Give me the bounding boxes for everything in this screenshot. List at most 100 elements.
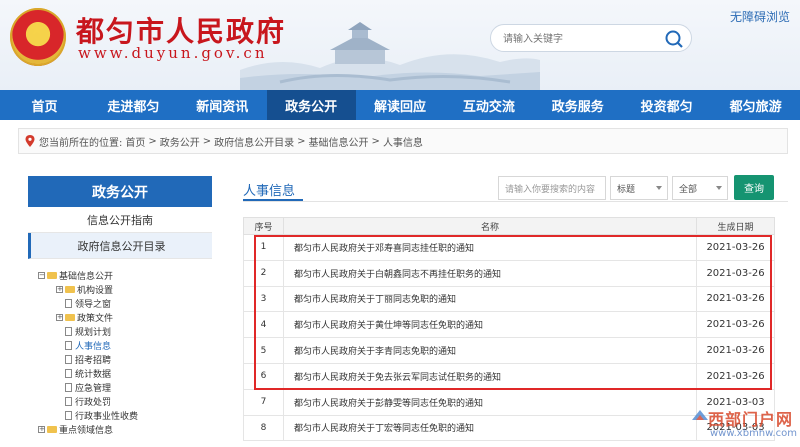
national-emblem-icon xyxy=(10,8,66,66)
chevron-down-icon xyxy=(716,186,722,190)
row-date: 2021-03-26 xyxy=(696,337,775,364)
chevron-down-icon xyxy=(656,186,662,190)
collapse-icon[interactable]: − xyxy=(38,271,45,279)
row-num: 1 xyxy=(243,234,284,261)
row-date: 2021-03-26 xyxy=(696,362,775,390)
document-icon xyxy=(65,326,72,336)
document-icon xyxy=(65,298,72,308)
watermark-logo-icon xyxy=(692,410,708,420)
row-date: 2021-03-26 xyxy=(696,234,775,261)
search-icon[interactable] xyxy=(663,28,685,50)
nav-item-services[interactable]: 政务服务 xyxy=(533,90,622,120)
watermark: 西部门户网 www.xbmhw.com xyxy=(690,404,800,447)
breadcrumb: 您当前所在的位置: 首页 > 政务公开 > 政府信息公开目录 > 基础信息公开 … xyxy=(18,128,788,154)
table-row: 2 都匀市人民政府关于白朝鑫同志不再挂任职务的通知 2021-03-26 xyxy=(243,259,775,287)
nav-item-interaction[interactable]: 互动交流 xyxy=(444,90,533,120)
nav-item-interpretation[interactable]: 解读回应 xyxy=(356,90,445,120)
scope-select[interactable]: 全部 xyxy=(672,176,728,200)
tree-node-basic-info[interactable]: − 基础信息公开 xyxy=(38,268,138,282)
folder-icon xyxy=(65,285,75,293)
table-row: 3 都匀市人民政府关于丁丽同志免职的通知 2021-03-26 xyxy=(243,285,775,313)
expand-icon[interactable]: + xyxy=(56,285,63,293)
tree-node-personnel[interactable]: 人事信息 xyxy=(38,338,138,352)
row-num: 5 xyxy=(243,337,284,364)
breadcrumb-sep: > xyxy=(202,135,212,147)
tree-node-key-areas[interactable]: + 重点领域信息 xyxy=(38,422,138,436)
table-row: 6 都匀市人民政府关于免去张云军同志试任职务的通知 2021-03-26 xyxy=(243,362,775,390)
nav-item-tourism[interactable]: 都匀旅游 xyxy=(711,90,800,120)
row-num: 6 xyxy=(243,362,284,390)
sidebar-title: 政务公开 xyxy=(28,176,212,207)
row-title-link[interactable]: 都匀市人民政府关于邓寿喜同志挂任职的通知 xyxy=(283,234,697,261)
breadcrumb-gov-affairs[interactable]: 政务公开 xyxy=(160,134,200,149)
scope-select-value: 全部 xyxy=(679,184,698,195)
document-icon xyxy=(65,354,72,364)
watermark-text: 西部门户网 xyxy=(708,410,794,429)
tab-divider xyxy=(243,201,788,202)
breadcrumb-catalog[interactable]: 政府信息公开目录 xyxy=(214,134,294,149)
expand-icon[interactable]: + xyxy=(38,425,45,433)
tree-node-org[interactable]: + 机构设置 xyxy=(38,282,138,296)
sidebar-link-catalog[interactable]: 政府信息公开目录 xyxy=(28,233,212,259)
table-row: 5 都匀市人民政府关于李青同志免职的通知 2021-03-26 xyxy=(243,337,775,364)
row-date: 2021-03-26 xyxy=(696,259,775,287)
document-icon xyxy=(65,396,72,406)
field-select-value: 标题 xyxy=(617,184,636,195)
row-title-link[interactable]: 都匀市人民政府关于彭静雯等同志任免职的通知 xyxy=(283,388,697,416)
expand-icon[interactable]: + xyxy=(56,313,63,321)
nav-item-invest[interactable]: 投资都匀 xyxy=(622,90,711,120)
nav-item-gov-affairs[interactable]: 政务公开 xyxy=(266,90,356,120)
nav-item-about[interactable]: 走进都匀 xyxy=(89,90,178,120)
tab-personnel-info[interactable]: 人事信息 xyxy=(243,180,295,199)
row-title-link[interactable]: 都匀市人民政府关于免去张云军同志试任职务的通知 xyxy=(283,362,697,390)
row-num: 4 xyxy=(243,311,284,339)
folder-icon xyxy=(47,271,57,279)
column-header-num: 序号 xyxy=(243,217,284,235)
document-icon xyxy=(65,340,72,350)
table-row: 1 都匀市人民政府关于邓寿喜同志挂任职的通知 2021-03-26 xyxy=(243,234,775,261)
field-select[interactable]: 标题 xyxy=(610,176,668,200)
tree-node-penalty[interactable]: 行政处罚 xyxy=(38,394,138,408)
table-row: 4 都匀市人民政府关于黄仕坤等同志任免职的通知 2021-03-26 xyxy=(243,311,775,339)
main-nav: 首页 走进都匀 新闻资讯 政务公开 解读回应 互动交流 政务服务 投资都匀 都匀… xyxy=(0,90,800,120)
row-title-link[interactable]: 都匀市人民政府关于李青同志免职的通知 xyxy=(283,337,697,364)
row-date: 2021-03-26 xyxy=(696,311,775,339)
sidebar: 政务公开 信息公开指南 政府信息公开目录 xyxy=(28,176,212,259)
accessibility-link[interactable]: 无障碍浏览 xyxy=(730,8,790,25)
row-title-link[interactable]: 都匀市人民政府关于白朝鑫同志不再挂任职务的通知 xyxy=(283,259,697,287)
document-icon xyxy=(65,382,72,392)
tree-node-statistics[interactable]: 统计数据 xyxy=(38,366,138,380)
search-input[interactable] xyxy=(503,30,663,48)
nav-item-home[interactable]: 首页 xyxy=(0,90,89,120)
tree-node-fees[interactable]: 行政事业性收费 xyxy=(38,408,138,422)
breadcrumb-basic-info[interactable]: 基础信息公开 xyxy=(309,134,369,149)
site-search xyxy=(490,24,692,52)
document-icon xyxy=(65,368,72,378)
keyword-search-input[interactable]: 请输入你要搜索的内容 xyxy=(498,176,606,200)
breadcrumb-home[interactable]: 首页 xyxy=(125,134,145,149)
row-title-link[interactable]: 都匀市人民政府关于黄仕坤等同志任免职的通知 xyxy=(283,311,697,339)
breadcrumb-sep: > xyxy=(371,135,380,147)
column-header-date: 生成日期 xyxy=(696,217,775,235)
sidebar-link-guide[interactable]: 信息公开指南 xyxy=(28,207,212,233)
row-num: 3 xyxy=(243,285,284,313)
row-num: 7 xyxy=(243,388,284,416)
catalog-tree: − 基础信息公开 + 机构设置 领导之窗 + 政策文件 规划计划 人事信息 招考招聘 … xyxy=(38,268,138,436)
tree-node-planning[interactable]: 规划计划 xyxy=(38,324,138,338)
breadcrumb-sep: > xyxy=(148,135,157,147)
row-num: 2 xyxy=(243,259,284,287)
breadcrumb-prefix: 您当前所在的位置: xyxy=(39,137,123,149)
tree-node-leaders[interactable]: 领导之窗 xyxy=(38,296,138,310)
tree-node-policy[interactable]: + 政策文件 xyxy=(38,310,138,324)
row-title-link[interactable]: 都匀市人民政府关于丁宏等同志任免职的通知 xyxy=(283,414,697,442)
site-header: 都匀市人民政府 www.duyun.gov.cn 无障碍浏览 xyxy=(0,0,800,90)
watermark-url: www.xbmhw.com xyxy=(710,428,797,439)
row-title-link[interactable]: 都匀市人民政府关于丁丽同志免职的通知 xyxy=(283,285,697,313)
row-num: 8 xyxy=(243,414,284,442)
nav-item-news[interactable]: 新闻资讯 xyxy=(178,90,267,120)
tree-node-emergency[interactable]: 应急管理 xyxy=(38,380,138,394)
breadcrumb-personnel[interactable]: 人事信息 xyxy=(383,134,423,149)
tree-node-recruitment[interactable]: 招考招聘 xyxy=(38,352,138,366)
query-button[interactable]: 查询 xyxy=(734,175,774,200)
breadcrumb-sep: > xyxy=(297,135,306,147)
